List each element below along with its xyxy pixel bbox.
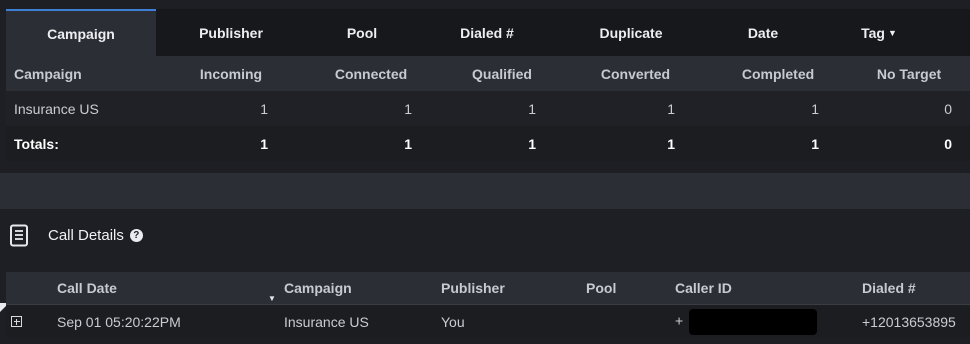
total-completed: 1: [811, 135, 819, 152]
section-divider: [0, 173, 970, 209]
cell-campaign: Insurance US: [14, 100, 99, 117]
totals-row: Totals: 1 1 1 1 1 0: [6, 126, 970, 161]
cell-converted: 1: [667, 100, 675, 117]
tab-label: Publisher: [199, 24, 263, 41]
column-header-dialed[interactable]: Dialed #: [862, 280, 962, 296]
column-header-converted[interactable]: Converted: [563, 66, 708, 82]
column-header-campaign[interactable]: Campaign: [6, 66, 161, 82]
totals-label: Totals:: [14, 135, 59, 152]
tab-campaign[interactable]: Campaign: [6, 9, 156, 56]
total-connected: 1: [404, 135, 412, 152]
total-incoming: 1: [260, 135, 268, 152]
sort-desc-icon: ▼: [268, 294, 276, 303]
tab-pool[interactable]: Pool: [306, 9, 418, 56]
summary-row[interactable]: Insurance US 1 1 1 1 1 0: [6, 91, 970, 126]
expand-cell: [6, 316, 57, 327]
column-header-connected[interactable]: Connected: [301, 66, 441, 82]
tab-tag[interactable]: Tag ▼: [820, 9, 938, 56]
cell-no-target: 0: [944, 100, 952, 117]
column-header-call-date[interactable]: Call Date: [6, 280, 284, 296]
column-header-campaign[interactable]: Campaign: [284, 280, 441, 296]
cell-dialed: +12013653895: [862, 313, 956, 330]
question-circle-icon[interactable]: ?: [129, 229, 143, 242]
call-details-header: Call Details ?: [0, 209, 970, 262]
tab-date[interactable]: Date: [706, 9, 820, 56]
total-qualified: 1: [528, 135, 536, 152]
tab-label: Date: [747, 24, 779, 41]
expand-plus-icon[interactable]: [11, 316, 22, 327]
tab-label: Campaign: [47, 25, 115, 42]
tab-dialed[interactable]: Dialed #: [418, 9, 556, 56]
column-header-completed[interactable]: Completed: [708, 66, 848, 82]
total-no-target: 0: [944, 135, 952, 152]
tab-publisher[interactable]: Publisher: [156, 9, 306, 56]
page: Campaign Publisher Pool Dialed # Duplica…: [0, 0, 970, 344]
column-header-pool[interactable]: Pool: [586, 280, 675, 296]
caret-down-icon: ▼: [887, 27, 897, 38]
tab-label: Pool: [346, 24, 378, 41]
cell-campaign: Insurance US: [284, 313, 369, 330]
call-details-title: Call Details: [48, 227, 124, 244]
cell-incoming: 1: [260, 100, 268, 117]
call-details-header-row: Call Date Campaign Publisher Pool Caller…: [6, 272, 970, 304]
cell-qualified: 1: [528, 100, 536, 117]
column-header-no-target[interactable]: No Target: [848, 66, 970, 82]
call-details-table: Call Date Campaign Publisher Pool Caller…: [6, 272, 970, 338]
cell-call-date: Sep 01 05:20:22PM: [57, 313, 181, 330]
tab-label: Tag: [861, 24, 885, 41]
caller-id-prefix: +: [675, 312, 684, 329]
tab-label: Dialed #: [460, 24, 514, 41]
summary-header-row: Campaign Incoming Connected Qualified Co…: [6, 56, 970, 91]
cell-caller-id: +: [675, 308, 862, 335]
tab-label: Duplicate: [599, 24, 663, 41]
group-by-tabs: Campaign Publisher Pool Dialed # Duplica…: [6, 9, 970, 56]
cell-publisher: You: [441, 313, 465, 330]
redaction-block: [689, 308, 818, 335]
cell-completed: 1: [811, 100, 819, 117]
total-converted: 1: [667, 135, 675, 152]
document-icon: [10, 224, 28, 246]
call-row[interactable]: Sep 01 05:20:22PM Insurance US You + +12…: [6, 304, 970, 338]
column-header-qualified[interactable]: Qualified: [441, 66, 563, 82]
column-header-caller-id[interactable]: Caller ID: [675, 280, 862, 296]
cell-connected: 1: [404, 100, 412, 117]
column-header-incoming[interactable]: Incoming: [161, 66, 301, 82]
tab-duplicate[interactable]: Duplicate: [556, 9, 706, 56]
column-header-publisher[interactable]: Publisher: [441, 280, 586, 296]
summary-table: Campaign Incoming Connected Qualified Co…: [6, 56, 970, 161]
